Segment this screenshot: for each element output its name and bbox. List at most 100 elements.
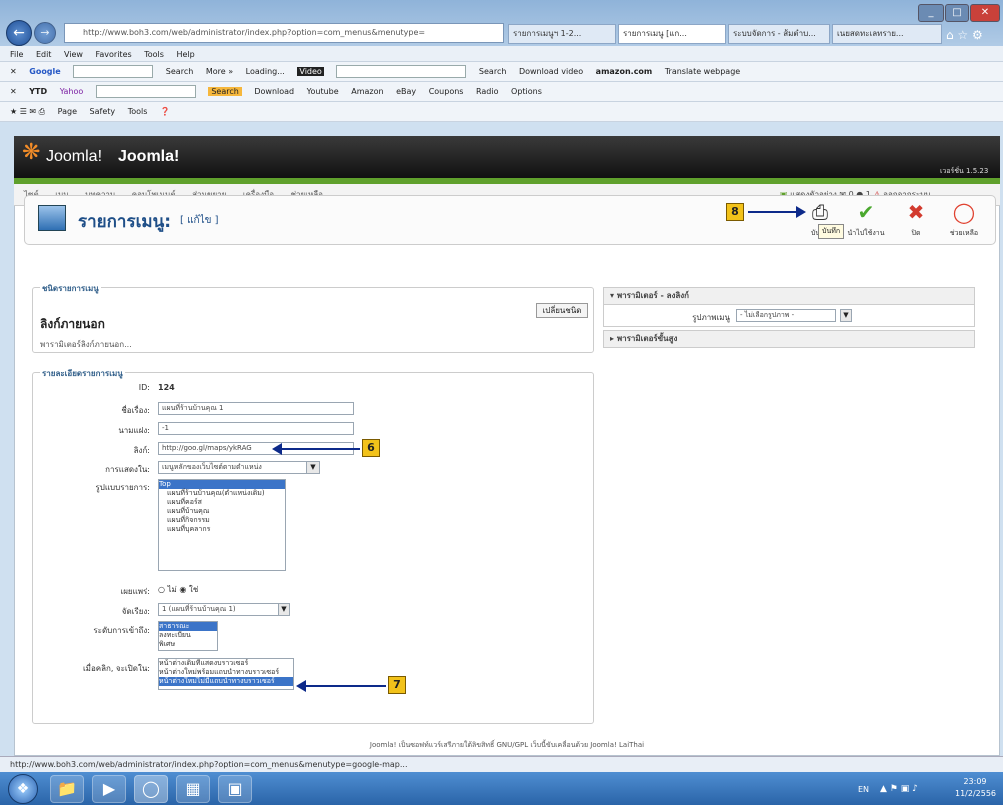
order-label: จัดเรียง: xyxy=(121,607,150,616)
menu-view[interactable]: View xyxy=(64,50,83,59)
change-type-button[interactable]: เปลี่ยนชนิด xyxy=(536,303,588,318)
close-window-button[interactable]: ✕ xyxy=(970,4,1000,22)
safety-menu[interactable]: Safety xyxy=(90,107,116,116)
home-star-gear-icons[interactable]: ⌂ ☆ ⚙ xyxy=(946,28,983,42)
help-icon[interactable]: ❓ xyxy=(160,107,170,116)
radio-no[interactable]: ○ xyxy=(158,585,165,594)
expand-arrow-icon: ▸ xyxy=(610,334,615,343)
basic-params-header[interactable]: ▾ พารามิเตอร์ - ลงลิงก์ xyxy=(603,287,975,305)
media-taskbar-icon[interactable]: ▶ xyxy=(92,775,126,803)
apply-label[interactable]: นำไปใช้งาน xyxy=(846,228,886,239)
menu-file[interactable]: File xyxy=(10,50,23,59)
help-lifebuoy-icon[interactable]: ◯ xyxy=(950,200,978,224)
apply-icon[interactable]: ✔ xyxy=(852,200,880,224)
tab-1[interactable]: รายการเมนูฯ 1-2... xyxy=(508,24,616,44)
video-search-input[interactable] xyxy=(336,65,467,78)
video-search-button[interactable]: Search xyxy=(479,67,506,76)
tab-4[interactable]: เนยสดทะเลทราย... xyxy=(832,24,942,44)
app-taskbar-icon[interactable]: ▦ xyxy=(176,775,210,803)
alias-input[interactable]: -1 xyxy=(158,422,354,435)
advanced-params-header[interactable]: ▸ พารามิเตอร์ขั้นสูง xyxy=(603,330,975,348)
google-search-button[interactable]: Search xyxy=(166,67,193,76)
yahoo-search-button[interactable]: Search xyxy=(208,87,242,96)
tab-3[interactable]: ระบบจัดการ - ส้มตำบ... xyxy=(728,24,830,44)
maximize-button[interactable]: □ xyxy=(945,4,969,22)
access-item-special[interactable]: พิเศษ xyxy=(159,640,217,649)
site-title: Joomla! xyxy=(118,148,180,165)
ytd-logo[interactable]: YTD xyxy=(29,87,47,96)
yahoo-search-input[interactable] xyxy=(95,85,196,98)
close-toolbar-icon[interactable]: ✕ xyxy=(10,67,17,76)
menu-help[interactable]: Help xyxy=(176,50,194,59)
explorer-taskbar-icon[interactable]: 📁 xyxy=(50,775,84,803)
parent-item[interactable]: แผนที่ร้านบ้านคุณ(ตำแหน่งเดิม) xyxy=(159,489,285,498)
minimize-button[interactable]: _ xyxy=(918,4,944,22)
target-label: เมื่อคลิก, จะเปิดใน: xyxy=(82,664,150,673)
menu-image-select[interactable]: - ไม่เลือกรูปภาพ - xyxy=(736,309,836,322)
back-button[interactable]: ← xyxy=(6,20,32,46)
yahoo-ebay-link[interactable]: eBay xyxy=(396,87,416,96)
parent-listbox[interactable]: Top แผนที่ร้านบ้านคุณ(ตำแหน่งเดิม) แผนที… xyxy=(158,479,286,571)
display-dropdown-icon[interactable]: ▼ xyxy=(306,461,320,474)
google-search-input[interactable] xyxy=(73,65,154,78)
yahoo-amazon-link[interactable]: Amazon xyxy=(351,87,383,96)
yahoo-download-link[interactable]: Download xyxy=(254,87,294,96)
parent-item-top[interactable]: Top xyxy=(159,480,285,489)
yahoo-coupons-link[interactable]: Coupons xyxy=(429,87,464,96)
version-label: เวอร์ชั่น 1.5.23 xyxy=(940,167,989,175)
address-bar[interactable]: http://www.boh3.com/web/administrator/in… xyxy=(64,23,504,43)
basic-params-title: พารามิเตอร์ - ลงลิงก์ xyxy=(616,291,690,300)
tab-2[interactable]: รายการเมนู [แก... xyxy=(618,24,726,44)
google-more-button[interactable]: More » xyxy=(206,67,233,76)
start-button[interactable]: ❖ xyxy=(8,774,38,804)
target-item-parent[interactable]: หน้าต่างเดิมที่แสดงบราวเซอร์ xyxy=(159,659,293,668)
video-label[interactable]: Video xyxy=(297,67,324,76)
amazon-logo[interactable]: amazon.com xyxy=(596,67,653,76)
access-item-registered[interactable]: ลงทะเบียน xyxy=(159,631,217,640)
access-listbox[interactable]: สาธารณะ ลงทะเบียน พิเศษ xyxy=(158,621,218,651)
save-icon[interactable]: ⎙ xyxy=(806,200,834,224)
radio-no-label: ไม่ xyxy=(167,585,177,594)
parent-item[interactable]: แผนที่คอร์ส xyxy=(159,498,285,507)
page-subtitle: [ แก้ไข ] xyxy=(180,215,219,226)
target-item-new-nav[interactable]: หน้าต่างใหม่พร้อมแถบนำทางบราวเซอร์ xyxy=(159,668,293,677)
close-icon[interactable]: ✖ xyxy=(902,200,930,224)
favorites-icons[interactable]: ★ ☰ ✉ ⎙ xyxy=(10,107,45,116)
parent-item[interactable]: แผนที่กิจกรรม xyxy=(159,516,285,525)
yahoo-options-link[interactable]: Options xyxy=(511,87,542,96)
radio-yes-label: ใช่ xyxy=(188,585,199,594)
target-item-new-no-nav[interactable]: หน้าต่างใหม่ไม่มีแถบนำทางบราวเซอร์ xyxy=(159,677,293,686)
access-item-public[interactable]: สาธารณะ xyxy=(159,622,217,631)
order-select[interactable]: 1 (แผนที่ร้านบ้านคุณ 1) xyxy=(158,603,290,616)
parent-item[interactable]: แผนที่บุคลากร xyxy=(159,525,285,534)
access-label: ระดับการเข้าถึง: xyxy=(93,626,150,635)
clock-time[interactable]: 23:09 xyxy=(955,777,995,786)
forward-button[interactable]: → xyxy=(34,22,56,44)
target-listbox[interactable]: หน้าต่างเดิมที่แสดงบราวเซอร์ หน้าต่างใหม… xyxy=(158,658,294,690)
display-label: การแสดงใน: xyxy=(105,465,150,474)
help-label[interactable]: ช่วยเหลือ xyxy=(944,228,984,239)
paint-taskbar-icon[interactable]: ▣ xyxy=(218,775,252,803)
ie-taskbar-icon[interactable]: ◯ xyxy=(134,775,168,803)
close-yahoo-icon[interactable]: ✕ xyxy=(10,87,17,96)
menu-image-dropdown-icon[interactable]: ▼ xyxy=(840,309,852,322)
annotation-badge-8: 8 xyxy=(726,203,744,221)
menu-edit[interactable]: Edit xyxy=(36,50,52,59)
tools-menu[interactable]: Tools xyxy=(128,107,148,116)
yahoo-youtube-link[interactable]: Youtube xyxy=(307,87,339,96)
order-dropdown-icon[interactable]: ▼ xyxy=(278,603,290,616)
menu-tools[interactable]: Tools xyxy=(144,50,164,59)
translate-button[interactable]: Translate webpage xyxy=(665,67,740,76)
download-video-button[interactable]: Download video xyxy=(519,67,583,76)
radio-yes[interactable]: ◉ xyxy=(179,585,186,594)
menu-favorites[interactable]: Favorites xyxy=(96,50,132,59)
page-menu[interactable]: Page xyxy=(58,107,77,116)
yahoo-radio-link[interactable]: Radio xyxy=(476,87,498,96)
language-indicator[interactable]: EN xyxy=(858,785,869,794)
display-select[interactable]: เมนูหลักของเว็บไซต์ตามตำแหน่ง xyxy=(158,461,320,474)
parent-item[interactable]: แผนที่บ้านคุณ xyxy=(159,507,285,516)
tray-icons[interactable]: ▲ ⚑ ▣ ♪ xyxy=(880,784,918,794)
title-input[interactable]: แผนที่ร้านบ้านคุณ 1 xyxy=(158,402,354,415)
clock-date[interactable]: 11/2/2556 xyxy=(955,789,996,798)
close-label[interactable]: ปิด xyxy=(896,228,936,239)
